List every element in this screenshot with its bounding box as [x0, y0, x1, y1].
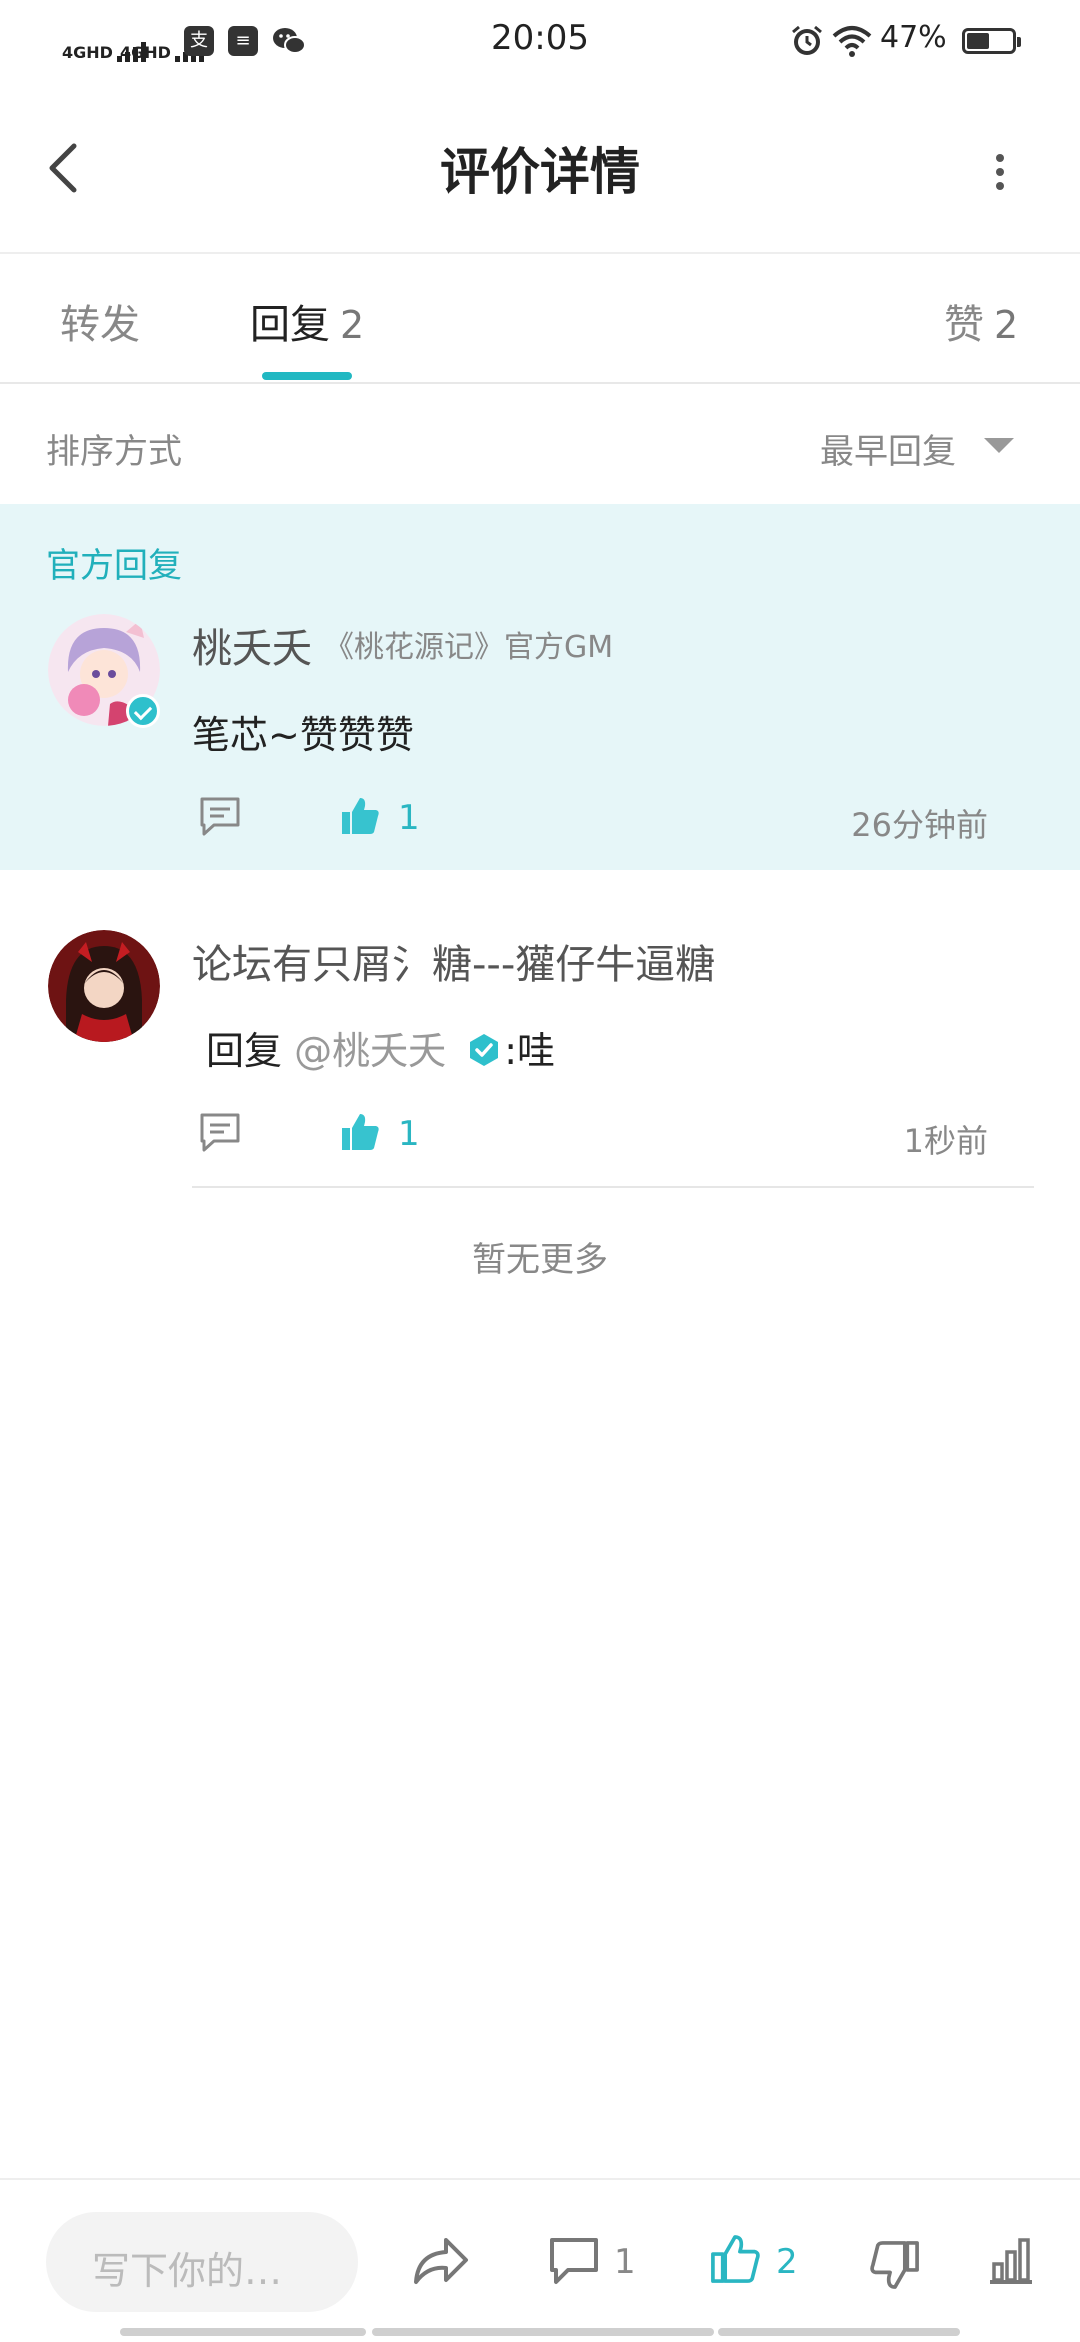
reply-content: 回复 @桃夭夭 :哇: [206, 1020, 555, 1075]
dislike-button[interactable]: [868, 2238, 922, 2296]
like-button[interactable]: [708, 2232, 762, 2290]
tab-like[interactable]: 赞2: [944, 292, 1018, 350]
reply-username[interactable]: 论坛有只屑氵糖---獾仔牛逼糖: [192, 932, 715, 990]
official-like-count: 1: [398, 798, 420, 838]
official-reply-actions: 1 26分钟前: [192, 788, 992, 848]
nav-indicator: [718, 2328, 960, 2336]
tab-reply-label: 回复: [250, 302, 330, 348]
no-more-label: 暂无更多: [472, 1240, 608, 1280]
comment-button[interactable]: [198, 1110, 242, 1158]
tab-forward[interactable]: 转发: [60, 292, 140, 350]
share-button[interactable]: [412, 2236, 470, 2290]
app-header: 评价详情: [0, 84, 1080, 254]
thumbs-down-icon: [870, 2241, 919, 2289]
reply-time: 1秒前: [903, 1122, 988, 1160]
share-arrow-icon: [414, 2238, 468, 2284]
comment-icon: [200, 1113, 240, 1152]
caret-down-icon[interactable]: [984, 438, 1014, 453]
comment-input-placeholder: 写下你的…: [92, 2249, 283, 2293]
official-user-title: 《桃花源记》官方GM: [324, 630, 614, 665]
comment-icon: [200, 797, 240, 836]
nav-indicator: [120, 2328, 366, 2336]
comments-count: 1: [614, 2242, 636, 2282]
thumbs-up-icon: [342, 1114, 379, 1150]
sort-dropdown[interactable]: 最早回复: [820, 424, 956, 473]
bar-chart-icon: [990, 2238, 1032, 2284]
official-username[interactable]: 桃夭夭: [192, 616, 312, 674]
comment-button[interactable]: [198, 794, 242, 842]
battery-icon: [962, 28, 1021, 54]
comment-bubble-icon: [550, 2238, 598, 2284]
tab-reply[interactable]: 回复 2: [250, 292, 364, 350]
divider: [192, 1186, 1034, 1188]
official-reply-content: 笔芯~赞赞赞: [192, 713, 414, 757]
official-reply-time: 26分钟前: [851, 806, 988, 844]
status-bar: 4GHD 4GHD 支 ≡ 20:05 47%: [0, 0, 1080, 84]
reply-actions: 1 1秒前: [192, 1104, 992, 1164]
tab-like-count: 2: [994, 303, 1019, 347]
sort-row: 排序方式 最早回复: [0, 384, 1080, 504]
like-button[interactable]: [338, 794, 382, 842]
official-reply-card: 官方回复 桃夭夭 《桃花源记》官方GM 笔芯~赞赞赞 1 26分钟前: [0, 504, 1080, 870]
bottom-action-bar: 写下你的… 1 2: [0, 2178, 1080, 2342]
reply-prefix: 回复: [206, 1029, 283, 1073]
reply-mention[interactable]: @桃夭夭: [294, 1029, 446, 1073]
sort-label: 排序方式: [46, 432, 182, 472]
more-menu-button[interactable]: [988, 152, 1012, 196]
likes-count: 2: [776, 2242, 798, 2282]
verified-badge-icon: [126, 694, 160, 728]
comment-input[interactable]: 写下你的…: [46, 2212, 358, 2312]
avatar[interactable]: [48, 930, 160, 1042]
active-tab-indicator: [262, 372, 352, 380]
wifi-icon: [832, 24, 872, 62]
reply-item: 论坛有只屑氵糖---獾仔牛逼糖 回复 @桃夭夭 :哇 1 1秒前: [0, 872, 1080, 1188]
tab-like-label: 赞: [944, 302, 984, 348]
tab-reply-count: 2: [340, 303, 365, 347]
page-title: 评价详情: [440, 143, 640, 201]
official-reply-tag: 官方回复: [46, 546, 182, 586]
alarm-icon: [790, 24, 824, 62]
tab-bar: 转发 回复 2 赞2: [0, 254, 1080, 384]
verified-hex-icon: [466, 1032, 502, 1068]
comments-button[interactable]: [548, 2236, 600, 2290]
nav-indicator: [372, 2328, 714, 2336]
thumbs-up-icon: [342, 798, 379, 834]
reply-like-count: 1: [398, 1114, 420, 1154]
like-button[interactable]: [338, 1110, 382, 1158]
thumbs-up-outline-icon: [711, 2235, 760, 2283]
tab-forward-label: 转发: [60, 302, 140, 348]
stats-button[interactable]: [986, 2236, 1036, 2290]
more-vertical-icon: [996, 154, 1004, 190]
reply-suffix: :哇: [504, 1029, 556, 1073]
battery-percent: 47%: [880, 20, 947, 55]
